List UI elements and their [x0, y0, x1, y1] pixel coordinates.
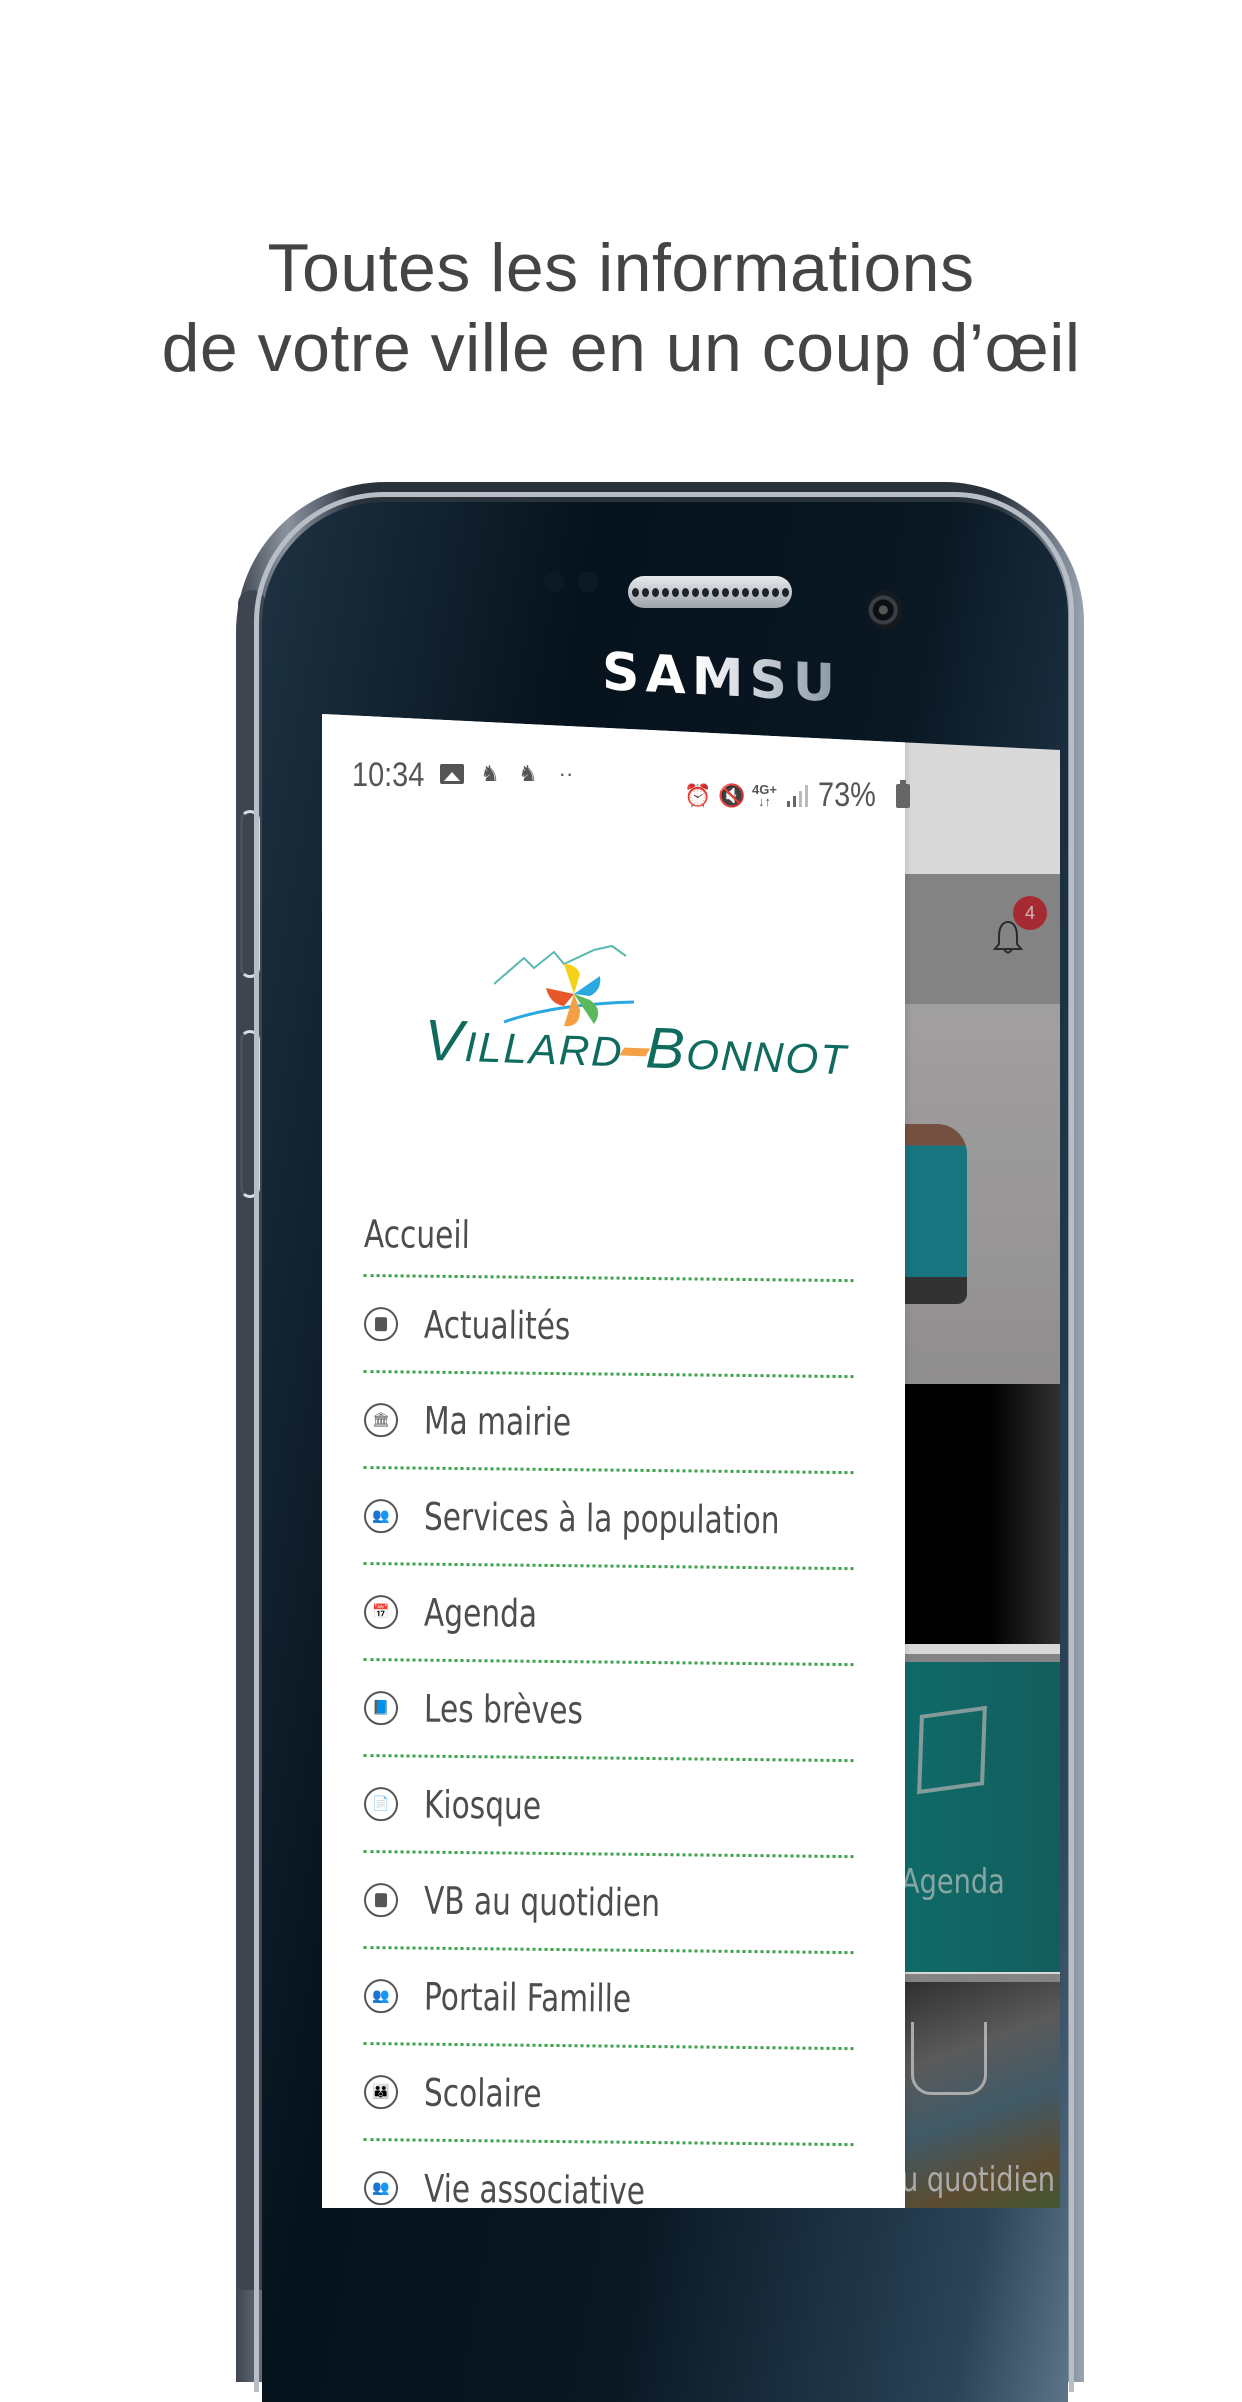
menu-item-label: VB au quotidien — [423, 1878, 661, 1925]
family-icon: 👪 — [363, 2074, 399, 2109]
document-icon — [363, 1882, 399, 1917]
menu-item-label: Vie associative — [423, 2166, 646, 2208]
menu-item-ma-mairie[interactable]: 🏛 Ma mairie — [363, 1373, 855, 1475]
earpiece-speaker-icon — [628, 576, 792, 608]
calendar-icon: 📅 — [363, 1594, 399, 1629]
menu-item-services[interactable]: 👥 Services à la population — [363, 1469, 855, 1571]
menu-item-label: Agenda — [423, 1590, 538, 1636]
notification-icon: ♞ — [480, 761, 500, 786]
more-dots-icon: ·· — [558, 761, 574, 786]
papers-icon: 📄 — [363, 1786, 399, 1821]
menu-item-portail-famille[interactable]: 👥 Portail Famille — [363, 1949, 855, 2051]
menu-item-label: Portail Famille — [423, 1974, 632, 2021]
battery-icon — [896, 779, 910, 808]
navigation-drawer: 10:34 ♞ ♞ ·· ⏰ 🔇 4G+ ↓↑ 73% VILLARD BONN… — [322, 714, 910, 2208]
headline: Toutes les informations de votre ville e… — [0, 228, 1242, 388]
notification-icon: ♞ — [518, 761, 538, 786]
device-brand-logo: SAMSUNG — [602, 641, 940, 720]
menu-item-label: Les brèves — [423, 1686, 584, 1732]
headline-line-1: Toutes les informations — [267, 230, 975, 306]
home-screen-peek: 4 Agenda u quotidien — [901, 714, 1060, 2208]
drawer-scrim[interactable] — [905, 714, 1060, 2208]
signal-icon — [786, 784, 808, 807]
people-icon: 👥 — [363, 2170, 399, 2205]
alarm-icon: ⏰ — [684, 782, 712, 808]
people-icon: 👥 — [363, 1498, 399, 1533]
menu-item-scolaire[interactable]: 👪 Scolaire — [363, 2045, 855, 2147]
menu-item-label: Scolaire — [423, 2070, 542, 2116]
drawer-menu: Accueil Actualités 🏛 Ma mairie 👥 Service… — [363, 1194, 855, 2208]
status-time: 10:34 — [352, 756, 425, 794]
mute-icon: 🔇 — [718, 782, 746, 808]
phone-screen: 4 Agenda u quotidien 10:34 ♞ ♞ ·· ⏰ 🔇 4G… — [322, 714, 1060, 2208]
people-icon: 👥 — [363, 1978, 399, 2013]
document-icon — [363, 1306, 399, 1341]
network-4g-icon: 4G+ ↓↑ — [752, 781, 777, 809]
menu-item-actualites[interactable]: Actualités — [363, 1277, 855, 1379]
menu-item-label: Accueil — [363, 1212, 471, 1258]
proximity-sensor — [544, 572, 564, 592]
front-camera-icon — [868, 590, 902, 630]
battery-percent: 73% — [817, 776, 876, 814]
logo-text: VILLARD BONNOT — [422, 1007, 849, 1084]
headline-line-2: de votre ville en un coup d’œil — [161, 310, 1081, 386]
villard-bonnot-logo: VILLARD BONNOT — [423, 944, 849, 1094]
menu-item-label: Kiosque — [423, 1782, 542, 1828]
light-sensor — [578, 572, 598, 592]
menu-item-les-breves[interactable]: 📘 Les brèves — [363, 1661, 855, 1763]
menu-item-vb-au-quotidien[interactable]: VB au quotidien — [363, 1853, 855, 1955]
image-icon — [440, 764, 464, 784]
menu-item-label: Services à la population — [423, 1494, 780, 1542]
book-icon: 📘 — [363, 1690, 399, 1725]
menu-item-vie-associative[interactable]: 👥 Vie associative — [363, 2141, 855, 2208]
menu-item-kiosque[interactable]: 📄 Kiosque — [363, 1757, 855, 1859]
menu-item-accueil[interactable]: Accueil — [363, 1194, 855, 1283]
town-hall-icon: 🏛 — [363, 1402, 399, 1437]
menu-item-agenda[interactable]: 📅 Agenda — [363, 1565, 855, 1667]
menu-item-label: Ma mairie — [423, 1398, 572, 1444]
menu-item-label: Actualités — [423, 1302, 571, 1348]
